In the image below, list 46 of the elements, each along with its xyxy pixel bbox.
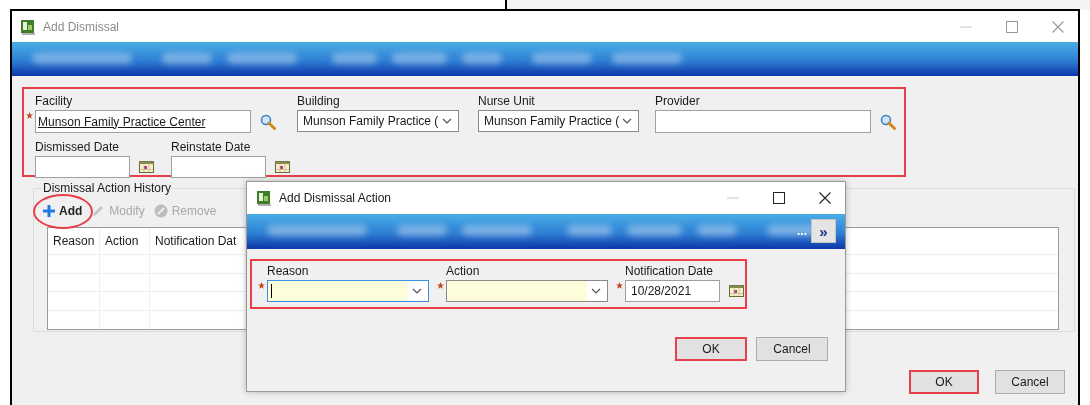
- calendar-icon[interactable]: [139, 161, 154, 173]
- text-field[interactable]: Munson Family Practice Center: [35, 110, 251, 133]
- pencil-icon: [91, 204, 106, 218]
- dialog-button[interactable]: OK: [909, 370, 979, 394]
- field-label: Facility: [34, 94, 74, 109]
- text-field[interactable]: [655, 110, 871, 133]
- field-label: Reinstate Date: [170, 140, 252, 155]
- window-title: Add Dismissal Action: [279, 190, 392, 207]
- column-header[interactable]: Reason: [48, 228, 100, 254]
- expand-button[interactable]: »: [811, 219, 836, 243]
- field-label: Reason: [266, 264, 310, 279]
- date-field[interactable]: [171, 156, 266, 178]
- field-label: Dismissed Date: [34, 140, 121, 155]
- search-icon[interactable]: [880, 113, 896, 130]
- dialog-button[interactable]: Cancel: [756, 337, 828, 361]
- field-label: Action: [445, 264, 481, 279]
- search-icon[interactable]: [260, 113, 276, 130]
- calendar-icon[interactable]: [275, 161, 290, 173]
- prohibited-icon: [153, 204, 168, 218]
- app-icon: [20, 18, 36, 35]
- field-label: Notification Date: [624, 264, 715, 279]
- close-icon[interactable]: [819, 192, 831, 204]
- group-title: Dismissal Action History: [42, 181, 173, 196]
- plus-icon: [43, 205, 55, 217]
- date-field[interactable]: [35, 156, 130, 178]
- window-title: Add Dismissal: [43, 18, 120, 36]
- dropdown[interactable]: [267, 280, 429, 302]
- chevron-down-icon: [412, 288, 422, 294]
- field-label: Nurse Unit: [477, 94, 536, 109]
- calendar-icon[interactable]: [729, 285, 744, 297]
- app-icon: [256, 190, 272, 206]
- dropdown[interactable]: [446, 280, 608, 302]
- chevron-down-icon: [622, 118, 632, 124]
- dialog-button[interactable]: Cancel: [995, 370, 1065, 394]
- field-label: Provider: [654, 94, 701, 109]
- dropdown[interactable]: Munson Family Practice (: [478, 110, 639, 132]
- text-cursor: [271, 284, 272, 298]
- date-field[interactable]: 10/28/2021: [625, 280, 720, 302]
- dropdown[interactable]: Munson Family Practice (: [297, 110, 459, 132]
- toolbar-button[interactable]: Add: [40, 200, 86, 222]
- field-label: Building: [296, 94, 341, 109]
- column-header[interactable]: Action: [100, 228, 150, 254]
- dialog-button[interactable]: OK: [675, 337, 747, 361]
- chevron-down-icon: [442, 118, 452, 124]
- maximize-icon[interactable]: [773, 192, 785, 204]
- chevron-down-icon: [591, 288, 601, 294]
